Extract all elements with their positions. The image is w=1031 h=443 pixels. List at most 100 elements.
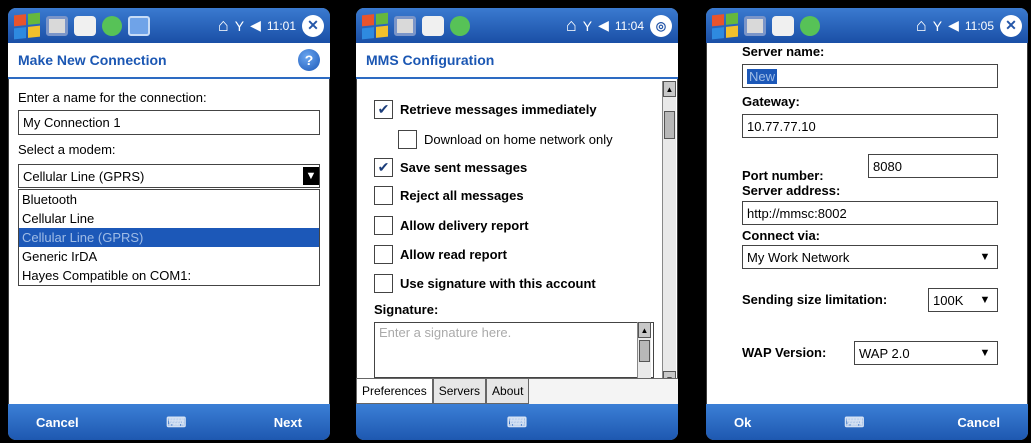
- modem-option[interactable]: Cellular Line: [19, 209, 319, 228]
- checkbox[interactable]: [374, 186, 393, 205]
- signal-icon[interactable]: Y: [933, 18, 942, 34]
- home-icon[interactable]: ⌂: [566, 15, 577, 36]
- gateway-input[interactable]: 10.77.77.10: [742, 114, 998, 138]
- wap-version-value: WAP 2.0: [859, 345, 910, 361]
- scroll-up-icon[interactable]: ▲: [663, 81, 676, 97]
- signature-placeholder: Enter a signature here.: [379, 325, 512, 340]
- home-icon[interactable]: ⌂: [218, 15, 229, 36]
- status-bar: ⌂ Y ◀ 11:05 ✕: [706, 8, 1028, 43]
- connect-via-dropdown[interactable]: My Work Network ▼: [742, 245, 998, 269]
- close-icon[interactable]: ✕: [1000, 14, 1022, 37]
- wap-version-dropdown[interactable]: WAP 2.0 ▼: [854, 341, 998, 365]
- modem-options-list[interactable]: Bluetooth Cellular Line Cellular Line (GPR…: [18, 189, 320, 286]
- ok-icon[interactable]: ◎: [650, 14, 672, 37]
- cancel-button[interactable]: Cancel: [36, 415, 79, 430]
- windows-flag-icon[interactable]: [362, 12, 388, 39]
- checkbox[interactable]: [374, 274, 393, 293]
- softkey-bar: Cancel ⌨ Next: [8, 404, 330, 440]
- app-icon[interactable]: [744, 15, 766, 36]
- signature-input[interactable]: Enter a signature here.: [374, 322, 654, 378]
- checkbox[interactable]: ✔: [374, 100, 393, 119]
- connection-name-label: Enter a name for the connection:: [18, 90, 207, 105]
- option-label[interactable]: Use signature with this account: [400, 276, 596, 291]
- clock[interactable]: 11:05: [965, 19, 994, 33]
- chevron-down-icon[interactable]: ▼: [977, 291, 993, 309]
- chevron-down-icon[interactable]: ▼: [977, 344, 993, 362]
- port-input[interactable]: 8080: [868, 154, 998, 178]
- modem-option[interactable]: Generic IrDA: [19, 247, 319, 266]
- modem-option[interactable]: Bluetooth: [19, 190, 319, 209]
- connect-via-label: Connect via:: [742, 228, 821, 243]
- ok-button[interactable]: Ok: [734, 415, 751, 430]
- softkey-bar: ⌨: [356, 404, 678, 440]
- signal-icon[interactable]: Y: [235, 18, 244, 34]
- page-scrollbar[interactable]: ▲ ▼: [662, 81, 676, 387]
- signature-label: Signature:: [374, 302, 439, 317]
- gateway-value: 10.77.77.10: [747, 118, 816, 134]
- app-icon[interactable]: [46, 15, 68, 36]
- option-label[interactable]: Download on home network only: [424, 132, 613, 147]
- tab-about[interactable]: About: [486, 379, 530, 404]
- speaker-icon[interactable]: ◀: [948, 17, 959, 34]
- keyboard-icon[interactable]: ⌨: [507, 414, 527, 431]
- speaker-icon[interactable]: ◀: [250, 17, 261, 34]
- tab-strip: Preferences Servers About: [356, 378, 678, 404]
- message-icon[interactable]: [772, 15, 794, 36]
- scroll-thumb[interactable]: [664, 111, 675, 139]
- check-icon: ✔: [377, 101, 390, 117]
- modem-dropdown[interactable]: Cellular Line (GPRS) ▼: [18, 164, 320, 188]
- chevron-down-icon[interactable]: ▼: [977, 248, 993, 266]
- tab-servers[interactable]: Servers: [432, 379, 487, 404]
- page-title: Make New Connection: [18, 52, 167, 68]
- help-icon[interactable]: ?: [298, 49, 320, 71]
- clock[interactable]: 11:04: [615, 19, 644, 33]
- signature-scrollbar[interactable]: ▲: [637, 322, 651, 378]
- checkbox[interactable]: [374, 216, 393, 235]
- server-address-label: Server address:: [742, 183, 841, 198]
- message-icon[interactable]: [422, 15, 444, 36]
- size-limit-dropdown[interactable]: 100K ▼: [928, 288, 998, 312]
- cancel-button[interactable]: Cancel: [957, 415, 1000, 430]
- keyboard-icon[interactable]: ⌨: [844, 414, 864, 431]
- modem-option[interactable]: Cellular Line (GPRS): [19, 228, 319, 247]
- signal-icon[interactable]: Y: [583, 18, 592, 34]
- connection-name-input[interactable]: My Connection 1: [18, 110, 320, 135]
- app-icon[interactable]: [394, 15, 416, 36]
- connectivity-icon[interactable]: [800, 15, 820, 36]
- server-name-label: Server name:: [742, 44, 825, 59]
- checkbox[interactable]: ✔: [374, 158, 393, 177]
- option-label[interactable]: Allow delivery report: [400, 218, 529, 233]
- option-label[interactable]: Save sent messages: [400, 160, 527, 175]
- windows-flag-icon[interactable]: [712, 12, 738, 39]
- clock[interactable]: 11:01: [267, 19, 296, 33]
- option-label[interactable]: Allow read report: [400, 247, 507, 262]
- option-label[interactable]: Retrieve messages immediately: [400, 102, 597, 117]
- speaker-icon[interactable]: ◀: [598, 17, 609, 34]
- wap-version-label: WAP Version:: [742, 345, 827, 360]
- connect-via-value: My Work Network: [747, 249, 850, 265]
- modem-option[interactable]: Hayes Compatible on COM1:: [19, 266, 319, 285]
- windows-flag-icon[interactable]: [14, 12, 40, 39]
- option-label[interactable]: Reject all messages: [400, 188, 524, 203]
- scroll-up-icon[interactable]: ▲: [638, 322, 651, 338]
- scroll-thumb[interactable]: [639, 340, 650, 362]
- size-limit-label: Sending size limitation:: [742, 292, 888, 307]
- home-icon[interactable]: ⌂: [916, 15, 927, 36]
- softkey-bar: Ok ⌨ Cancel: [706, 404, 1028, 440]
- connection-name-value: My Connection 1: [23, 115, 121, 130]
- close-icon[interactable]: ✕: [302, 14, 324, 37]
- message-icon[interactable]: [74, 15, 96, 36]
- next-button[interactable]: Next: [274, 415, 302, 430]
- connectivity-icon[interactable]: [102, 15, 122, 36]
- keyboard-icon[interactable]: ⌨: [166, 414, 186, 431]
- server-address-input[interactable]: http://mmsc:8002: [742, 201, 998, 225]
- server-name-input[interactable]: New: [742, 64, 998, 88]
- tab-preferences[interactable]: Preferences: [356, 379, 433, 404]
- checkbox[interactable]: [398, 130, 417, 149]
- connectivity-icon[interactable]: [450, 15, 470, 36]
- checkbox[interactable]: [374, 245, 393, 264]
- port-label: Port number:: [742, 168, 824, 183]
- server-address-value: http://mmsc:8002: [747, 205, 847, 221]
- notification-icon[interactable]: [128, 15, 150, 36]
- chevron-down-icon[interactable]: ▼: [303, 167, 319, 185]
